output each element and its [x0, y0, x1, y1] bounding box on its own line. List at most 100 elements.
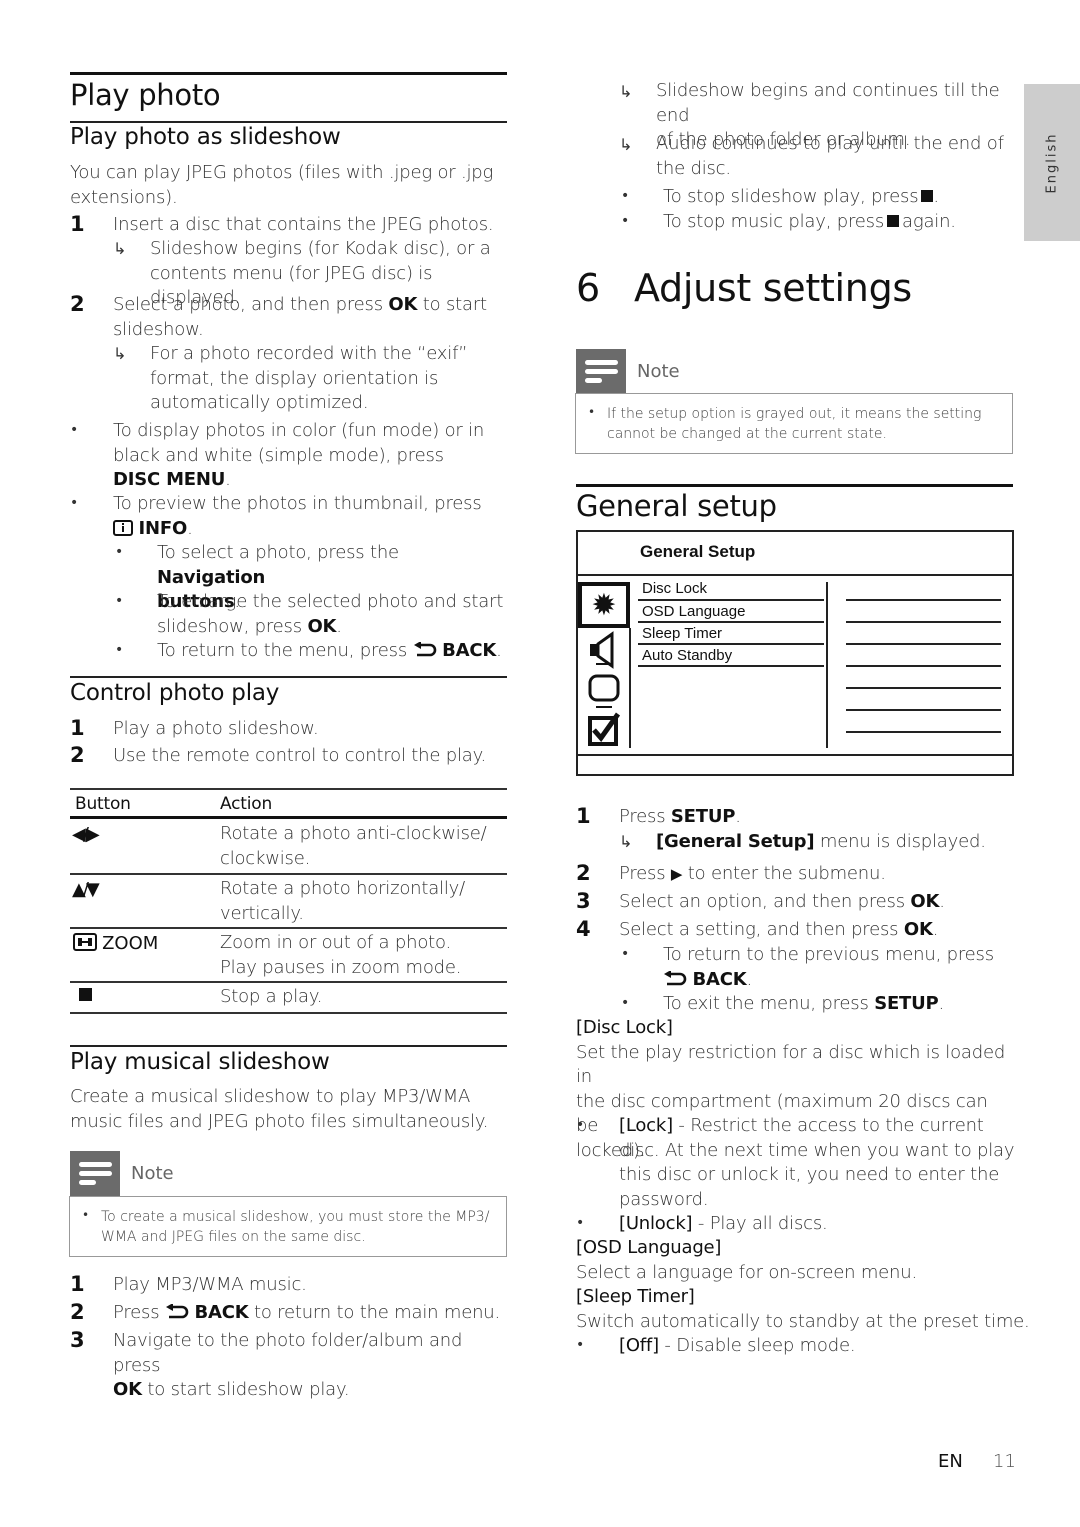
menu-option-slot	[846, 599, 1001, 601]
menu-item-auto-standby[interactable]: Auto Standby	[642, 647, 732, 664]
musical-step-2: 2 Press BACK to return to the main menu.	[70, 1300, 507, 1326]
menu-tab-video[interactable]	[578, 672, 628, 704]
intro-line: extensions).	[70, 186, 178, 208]
menu-item-rule	[638, 665, 824, 667]
bullet-text: [Unlock] - Play all discs.	[619, 1212, 828, 1237]
menu-title: General Setup	[640, 542, 756, 561]
text: To select a photo, press the	[157, 542, 399, 563]
note-header: Note	[70, 1151, 507, 1197]
chapter-number: 6	[576, 266, 600, 310]
menu-option-slot	[846, 709, 1001, 711]
result-arrow-icon: ↳	[619, 135, 633, 154]
zoom-key: ZOOM	[102, 933, 159, 954]
intro-line: You can play JPEG photos (files with .jp…	[70, 162, 494, 183]
text: menu is displayed.	[814, 831, 986, 852]
info-icon	[113, 519, 133, 536]
musical-intro: Create a musical slideshow to play MP3/W…	[70, 1085, 507, 1134]
result-arrow-icon: ↳	[619, 82, 633, 101]
text: Select a setting, and then press	[619, 919, 904, 940]
text: Play pauses in zoom mode.	[220, 956, 462, 978]
osd-sleep-section: [OSD Language] Select a language for on-…	[576, 1236, 1030, 1334]
setup-step-4: 4 Select a setting, and then press OK.	[576, 917, 1013, 943]
section-title: Play photo	[70, 78, 221, 112]
section-rule	[576, 484, 1013, 487]
table-cell-button: ZOOM	[73, 933, 158, 954]
bullet-text: To display photos in color (fun mode) or…	[113, 419, 513, 493]
table-cell-action: Rotate a photo anti-clockwise/ clockwise…	[220, 822, 487, 871]
text: .	[187, 517, 193, 539]
option-heading-sleep-timer: [Sleep Timer]	[576, 1286, 695, 1307]
step-number: 2	[70, 1300, 85, 1324]
menu-item-rule	[638, 621, 824, 623]
bullet-icon: •	[576, 1337, 585, 1353]
back-key: BACK	[442, 640, 497, 661]
text: .	[746, 968, 753, 990]
table-row-rule	[70, 981, 507, 983]
sub-bullet-return: • To return to the menu, press BACK.	[70, 639, 507, 665]
gear-icon: ✹	[591, 588, 617, 623]
menu-tab-general[interactable]: ✹	[578, 582, 630, 628]
subsection-title-slideshow: Play photo as slideshow	[70, 124, 341, 150]
ok-key: OK	[903, 919, 933, 940]
slideshow-intro: You can play JPEG photos (files with .jp…	[70, 161, 507, 210]
text: To display photos in color (fun mode) or…	[113, 420, 485, 441]
bullet-text: To stop music play, press again.	[663, 210, 956, 235]
step-text: Press BACK to return to the main menu.	[113, 1301, 500, 1326]
info-key: INFO	[138, 517, 188, 539]
table-header-button: Button	[75, 794, 131, 814]
text: the disc.	[656, 157, 731, 179]
step-text: Press SETUP.	[619, 805, 741, 830]
menu-tab-separator	[596, 706, 612, 708]
result-arrow-icon: ↳	[113, 344, 127, 363]
bullet-text: [Lock] - Restrict the access to the curr…	[619, 1114, 1019, 1212]
text: .	[933, 186, 939, 207]
bullet-icon: •	[588, 405, 596, 419]
note-label: Note	[131, 1163, 174, 1184]
musical-step-1: 1 Play MP3/WMA music.	[70, 1272, 507, 1298]
menu-item-sleep-timer[interactable]: Sleep Timer	[642, 625, 722, 642]
step-result: [General Setup] menu is displayed.	[656, 830, 986, 855]
table-row: ZOOM Zoom in or out of a photo. Play pau…	[70, 931, 507, 981]
text: Zoom in or out of a photo.	[220, 932, 452, 953]
text: again.	[902, 211, 956, 232]
note-text: To create a musical slideshow, you must …	[101, 1207, 489, 1247]
text: To preview the photos in thumbnail, pres…	[113, 493, 482, 514]
setup-step-3: 3 Select an option, and then press OK.	[576, 889, 1013, 915]
text: to enter the submenu.	[682, 863, 886, 884]
subsection-rule	[70, 1045, 507, 1047]
ok-key: OK	[910, 891, 940, 912]
back-key: BACK	[692, 968, 747, 990]
setup-step-1: 1 Press SETUP. ↳ [General Setup] menu is…	[576, 804, 1013, 859]
step-number: 2	[70, 743, 85, 767]
menu-column-divider	[826, 582, 828, 748]
text: clockwise.	[220, 847, 311, 869]
text: To stop music play, press	[663, 211, 885, 232]
menu-item-osd-language[interactable]: OSD Language	[642, 603, 745, 620]
disc-menu-key: DISC MENU	[113, 469, 226, 490]
text: .	[336, 615, 342, 637]
step-text: Play a photo slideshow.	[113, 718, 319, 739]
result-line: Slideshow begins (for Kodak disc), or a	[150, 238, 491, 259]
setup-key: SETUP	[670, 806, 736, 827]
menu-item-disc-lock[interactable]: Disc Lock	[642, 580, 707, 597]
right-arrow-icon: ▶	[670, 865, 683, 883]
ok-key: OK	[388, 294, 418, 315]
section-title-general-setup: General setup	[576, 489, 777, 523]
text: Switch automatically to standby at the p…	[576, 1310, 1030, 1332]
text: Create a musical slideshow to play MP3/W…	[70, 1086, 471, 1107]
bullet-text: To return to the previous menu, press BA…	[663, 943, 1023, 992]
text: slideshow, press	[157, 615, 308, 637]
text: - Play all discs.	[692, 1213, 828, 1234]
chapter-title: Adjust settings	[634, 266, 912, 310]
bullet-icon: •	[115, 642, 124, 658]
menu-tab-preferences[interactable]	[578, 710, 628, 750]
text: Rotate a photo anti-clockwise/	[220, 823, 487, 844]
bullet-icon: •	[621, 188, 630, 204]
step-number: 1	[576, 804, 591, 828]
continued-steps: ↳ Slideshow begins and continues till th…	[576, 79, 1013, 239]
step-number: 2	[70, 292, 85, 316]
text: black and white (simple mode), press	[113, 444, 444, 466]
musical-step-3: 3 Navigate to the photo folder/album and…	[70, 1328, 507, 1400]
checkbox-icon	[588, 712, 621, 746]
text: To exit the menu, press	[663, 993, 875, 1014]
